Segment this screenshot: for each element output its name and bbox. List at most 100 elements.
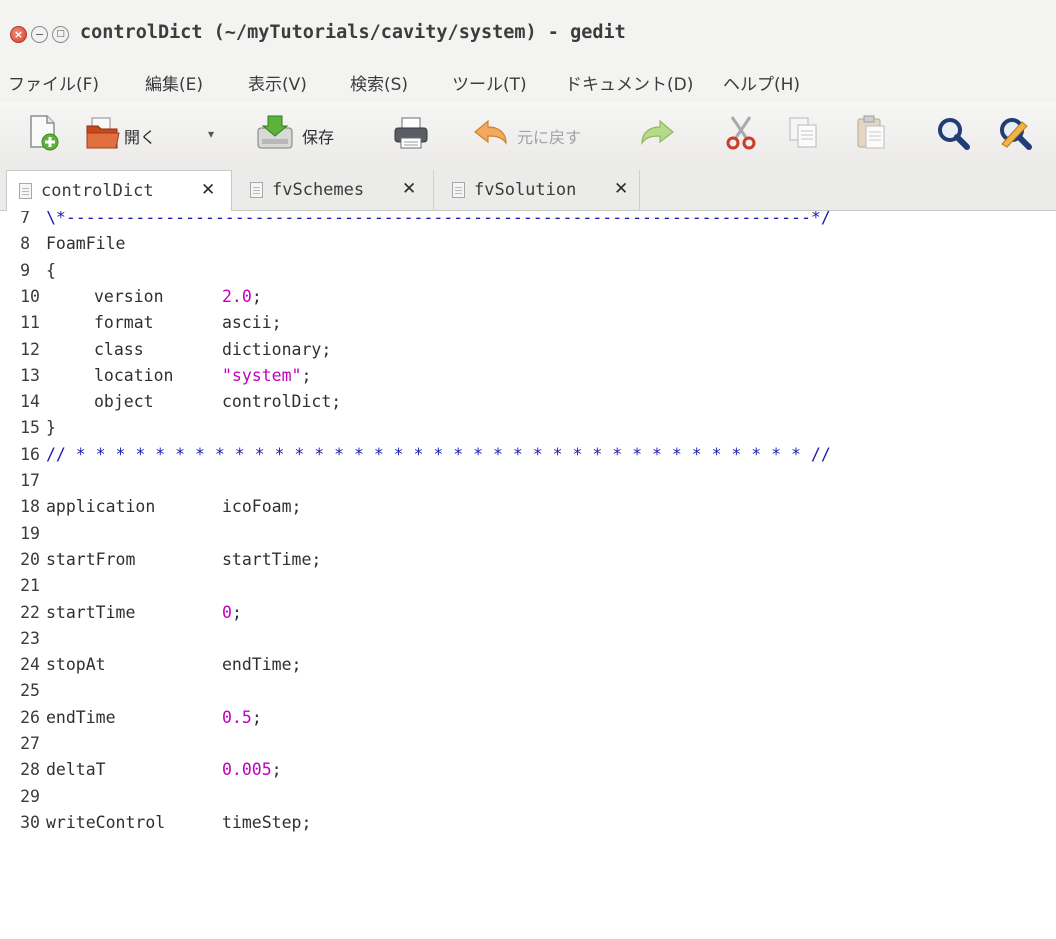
line-number: 29 (20, 786, 40, 806)
line-number: 16 (20, 444, 40, 464)
dict-value-token: 0.005 (222, 760, 272, 780)
text-file-icon (250, 182, 263, 198)
dict-key: startFrom (46, 549, 136, 569)
menu-file[interactable]: ファイル(F) (8, 70, 99, 95)
open-label[interactable]: 開く (124, 124, 156, 148)
line-number: 28 (20, 760, 40, 780)
folder-open-icon (86, 117, 120, 149)
window-close-button[interactable]: × (10, 26, 27, 43)
line-number: 9 (20, 260, 30, 280)
dict-key: format (94, 313, 154, 333)
paste-button[interactable] (852, 114, 892, 150)
line-number: 30 (20, 812, 40, 832)
statement-terminator: ; (271, 760, 282, 780)
dict-key: version (94, 286, 164, 306)
tab-close-icon[interactable]: ✕ (201, 180, 215, 200)
dict-value: 0; (222, 600, 242, 626)
menu-view[interactable]: 表示(V) (248, 70, 307, 95)
text-editor[interactable]: 7 \*-------------------------------------… (0, 211, 1056, 939)
maximize-icon: □ (56, 29, 65, 39)
menu-documents[interactable]: ドキュメント(D) (565, 70, 693, 95)
tab-fvSchemes[interactable]: fvSchemes ✕ (238, 170, 434, 210)
tab-close-icon[interactable]: ✕ (402, 179, 416, 199)
print-button[interactable] (392, 114, 432, 150)
tab-close-icon[interactable]: ✕ (614, 179, 628, 199)
dict-value-token: dictionary; (222, 339, 332, 359)
dict-key: startTime (46, 602, 136, 622)
dict-value: icoFoam; (222, 494, 301, 520)
new-document-icon (30, 115, 59, 151)
dict-value: timeStep; (222, 810, 311, 836)
window-minimize-button[interactable]: − (31, 26, 48, 43)
line-number: 27 (20, 734, 40, 753)
minimize-icon: − (34, 28, 45, 41)
tab-controlDict[interactable]: controlDict ✕ (6, 170, 232, 211)
paste-icon (857, 115, 885, 149)
menu-search[interactable]: 検索(S) (350, 70, 408, 95)
dict-key: writeControl (46, 812, 166, 832)
search-replace-button[interactable] (996, 114, 1036, 150)
dict-value-token: controlDict; (222, 392, 342, 412)
text-file-icon (452, 182, 465, 198)
dict-value: 0.5; (222, 705, 262, 731)
line-number: 21 (20, 576, 40, 596)
open-dropdown-arrow[interactable]: ▾ (208, 127, 214, 141)
tab-label: controlDict (41, 181, 154, 201)
code-text: { (46, 260, 56, 280)
search-button[interactable] (934, 114, 974, 150)
dict-key: object (94, 392, 154, 412)
dict-key: deltaT (46, 760, 106, 780)
new-button[interactable] (26, 114, 66, 151)
undo-button[interactable] (472, 114, 512, 150)
save-icon (257, 115, 293, 149)
dict-value: dictionary; (222, 337, 331, 363)
copy-button[interactable] (784, 114, 824, 150)
save-label[interactable]: 保存 (302, 124, 334, 148)
redo-icon (641, 119, 674, 145)
statement-terminator: ; (301, 365, 312, 385)
dict-value: "system"; (222, 363, 311, 389)
menu-edit[interactable]: 編集(E) (145, 70, 203, 95)
line-number: 24 (20, 655, 40, 675)
tab-label: fvSolution (474, 180, 577, 200)
line-number: 20 (20, 549, 40, 569)
undo-label[interactable]: 元に戻す (517, 124, 581, 148)
line-number: 19 (20, 523, 40, 543)
menu-bar: ファイル(F) 編集(E) 表示(V) 検索(S) ツール(T) ドキュメント(… (0, 60, 1056, 102)
dict-value-token: "system" (222, 365, 302, 385)
save-button[interactable] (254, 114, 298, 150)
redo-button[interactable] (638, 114, 678, 150)
cut-button[interactable] (722, 114, 762, 150)
tab-fvSolution[interactable]: fvSolution ✕ (440, 170, 640, 210)
dict-value: 0.005; (222, 757, 282, 783)
close-icon: × (13, 28, 24, 41)
dict-value-token: timeStep; (222, 812, 312, 832)
line-number: 11 (20, 313, 40, 333)
line-number: 15 (20, 418, 40, 438)
dict-value-token: 0 (222, 602, 232, 622)
line-number: 14 (20, 392, 40, 412)
line-number: 26 (20, 707, 40, 727)
tab-label: fvSchemes (272, 180, 365, 200)
dict-value-token: ascii; (222, 313, 282, 333)
line-number: 7 (20, 211, 30, 227)
menu-help[interactable]: ヘルプ(H) (723, 70, 800, 95)
dict-value: endTime; (222, 652, 301, 678)
statement-terminator: ; (231, 602, 242, 622)
line-number: 23 (20, 628, 40, 648)
statement-terminator: ; (251, 707, 262, 727)
scissors-icon (726, 116, 756, 150)
dict-key: class (94, 339, 144, 359)
dict-value-token: 0.5 (222, 707, 252, 727)
copy-icon (789, 117, 817, 148)
open-button[interactable] (84, 114, 128, 150)
line-number: 10 (20, 286, 40, 306)
text-file-icon (19, 183, 32, 199)
undo-icon (474, 119, 507, 145)
line-number: 18 (20, 497, 40, 517)
dict-value: ascii; (222, 310, 282, 336)
menu-tools[interactable]: ツール(T) (452, 70, 527, 95)
line-number: 22 (20, 602, 40, 622)
search-replace-icon (1000, 118, 1032, 150)
window-maximize-button[interactable]: □ (52, 26, 69, 43)
